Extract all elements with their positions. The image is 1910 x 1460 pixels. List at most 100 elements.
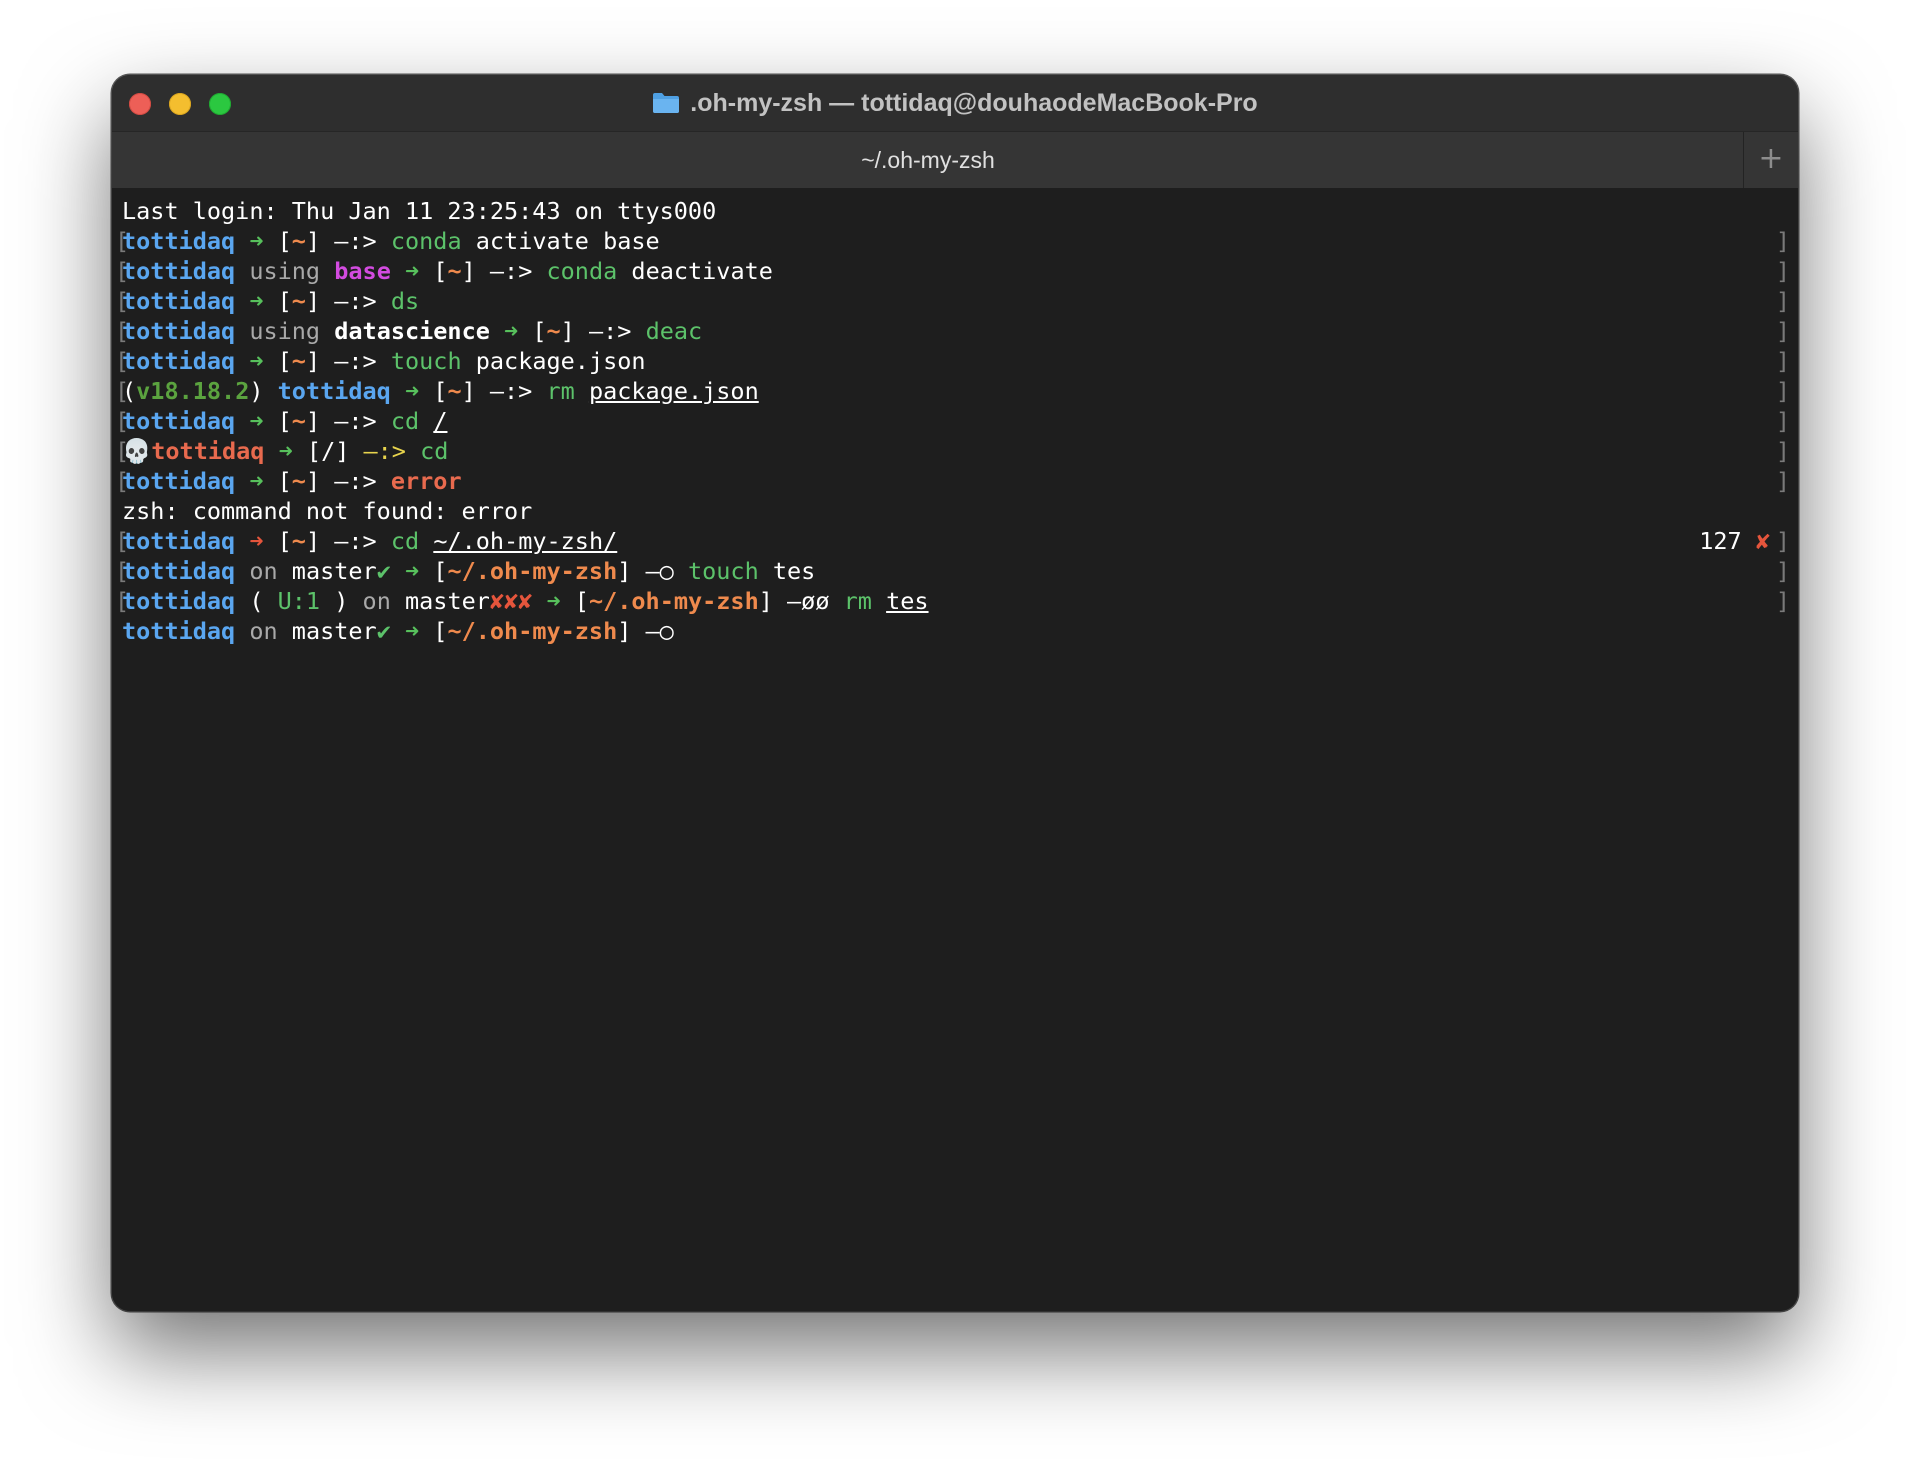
- prompt-arrow: ➜: [249, 527, 264, 555]
- prompt-separator: —:>: [363, 437, 406, 465]
- prompt-user: tottidaq: [122, 587, 236, 615]
- prompt-arrow: ➜: [405, 617, 420, 645]
- git-branch: master: [291, 617, 377, 645]
- window-title: .oh-my-zsh — tottidaq@douhaodeMacBook-Pr…: [112, 87, 1798, 119]
- terminal-line: [tottidaq ➜ [~] —:> conda activate base]: [115, 227, 1790, 255]
- command-name: rm: [843, 587, 872, 615]
- prompt-arrow: ➜: [405, 557, 420, 585]
- git-branch: master: [291, 557, 377, 585]
- prompt-path: ~: [447, 257, 462, 285]
- prompt-arrow: ➜: [546, 587, 561, 615]
- command-name: cd: [390, 527, 420, 555]
- prompt-path: ~: [291, 407, 306, 435]
- prompt-path: ~: [291, 287, 306, 315]
- git-clean-icon: ✔: [376, 557, 391, 585]
- terminal-line: [tottidaq ( U:1 ) on master✘✘✘ ➜ [~/.oh-…: [115, 587, 1790, 615]
- prompt-user: tottidaq: [122, 227, 236, 255]
- prompt-path: ~: [291, 347, 306, 375]
- terminal-line: zsh: command not found: error: [122, 496, 1790, 526]
- git-clean-icon: ✔: [376, 617, 391, 645]
- title-bar: .oh-my-zsh — tottidaq@douhaodeMacBook-Pr…: [112, 75, 1798, 131]
- prompt-path: ~/.oh-my-zsh: [447, 557, 618, 585]
- prompt-using: using: [249, 257, 321, 285]
- prompt-separator: —:>: [334, 407, 377, 435]
- prompt-path: /: [321, 437, 336, 465]
- prompt-separator: —:>: [334, 287, 377, 315]
- prompt-user: tottidaq: [122, 257, 236, 285]
- prompt-separator: —:>: [334, 467, 377, 495]
- command-name: ds: [390, 287, 420, 315]
- prompt-arrow: ➜: [249, 347, 264, 375]
- command-args: activate base: [475, 227, 660, 255]
- prompt-separator: —:>: [588, 317, 632, 345]
- prompt-separator: —○: [645, 557, 674, 585]
- command-name: conda: [546, 257, 618, 285]
- terminal-line: [tottidaq ➜ [~] —:> error]: [115, 467, 1790, 495]
- terminal-line: [tottidaq using base ➜ [~] —:> conda dea…: [115, 257, 1790, 285]
- terminal-line: [tottidaq ➜ [~] —:> touch package.json]: [115, 347, 1790, 375]
- command-args: /: [433, 407, 448, 435]
- git-on: on: [362, 587, 391, 615]
- prompt-arrow: ➜: [504, 317, 519, 345]
- command-name: touch: [687, 557, 759, 585]
- current-prompt[interactable]: tottidaq on master✔ ➜ [~/.oh-my-zsh] —○: [122, 616, 1790, 646]
- git-dirty-icon: ✘✘✘: [489, 587, 533, 615]
- git-on: on: [249, 557, 278, 585]
- terminal-content[interactable]: Last login: Thu Jan 11 23:25:43 on ttys0…: [112, 188, 1798, 1311]
- prompt-path: ~: [447, 377, 462, 405]
- prompt-user: tottidaq: [122, 287, 236, 315]
- window-title-text: .oh-my-zsh — tottidaq@douhaodeMacBook-Pr…: [690, 89, 1258, 117]
- prompt-user: tottidaq: [122, 407, 236, 435]
- prompt-separator: —:>: [489, 377, 533, 405]
- prompt-user: tottidaq: [122, 617, 236, 645]
- command-args: deactivate: [631, 257, 773, 285]
- terminal-line: [(v18.18.2) tottidaq ➜ [~] —:> rm packag…: [115, 377, 1790, 405]
- command-name: cd: [420, 437, 449, 465]
- prompt-arrow: ➜: [249, 287, 264, 315]
- prompt-path: ~: [546, 317, 561, 345]
- prompt-user: tottidaq: [122, 317, 236, 345]
- command-args: package.json: [588, 377, 759, 405]
- command-args: package.json: [475, 347, 646, 375]
- login-message: Last login: Thu Jan 11 23:25:43 on ttys0…: [122, 197, 717, 225]
- command-name: deac: [645, 317, 703, 345]
- error-icon: ✘: [1755, 527, 1770, 555]
- terminal-line: [tottidaq ➜ [~] —:> cd /]: [115, 407, 1790, 435]
- prompt-using: using: [249, 317, 321, 345]
- prompt-user: tottidaq: [122, 527, 236, 555]
- prompt-user: tottidaq: [122, 557, 236, 585]
- git-branch: master: [405, 587, 490, 615]
- prompt-separator: —:>: [334, 227, 377, 255]
- prompt-arrow: ➜: [249, 227, 264, 255]
- prompt-user: tottidaq: [277, 377, 391, 405]
- command-args: ~/.oh-my-zsh/: [433, 527, 618, 555]
- prompt-arrow: ➜: [249, 467, 264, 495]
- git-on: on: [249, 617, 278, 645]
- prompt-user: tottidaq: [122, 347, 236, 375]
- terminal-line: [💀tottidaq ➜ [/] —:> cd]: [115, 437, 1790, 465]
- command-args: tes: [886, 587, 929, 615]
- tab-oh-my-zsh[interactable]: ~/.oh-my-zsh: [112, 132, 1744, 188]
- exit-status: 127 ✘: [1699, 526, 1770, 556]
- prompt-path: ~: [291, 527, 306, 555]
- command-name: touch: [390, 347, 462, 375]
- terminal-window: .oh-my-zsh — tottidaq@douhaodeMacBook-Pr…: [112, 75, 1798, 1311]
- prompt-arrow: ➜: [249, 407, 264, 435]
- terminal-line: [tottidaq ➜ [~] —:> ds]: [115, 287, 1790, 315]
- terminal-line: [tottidaq using datascience ➜ [~] —:> de…: [115, 317, 1790, 345]
- folder-icon: [652, 92, 680, 114]
- terminal-line: [tottidaq on master✔ ➜ [~/.oh-my-zsh] —○…: [115, 557, 1790, 585]
- command-output: zsh: command not found: error: [122, 497, 533, 525]
- conda-env: datascience: [334, 317, 490, 345]
- node-version: v18.18.2: [136, 377, 250, 405]
- prompt-arrow: ➜: [404, 377, 420, 405]
- tab-bar: ~/.oh-my-zsh +: [112, 131, 1798, 189]
- prompt-path: ~/.oh-my-zsh: [447, 617, 618, 645]
- command-name: rm: [546, 377, 575, 405]
- prompt-path: ~: [291, 227, 306, 255]
- prompt-arrow: ➜: [405, 257, 420, 285]
- conda-env: base: [334, 257, 391, 285]
- new-tab-button[interactable]: +: [1743, 132, 1798, 188]
- terminal-line: [tottidaq ➜ [~] —:> cd ~/.oh-my-zsh/127 …: [115, 526, 1790, 556]
- git-untracked: U:1: [277, 587, 321, 615]
